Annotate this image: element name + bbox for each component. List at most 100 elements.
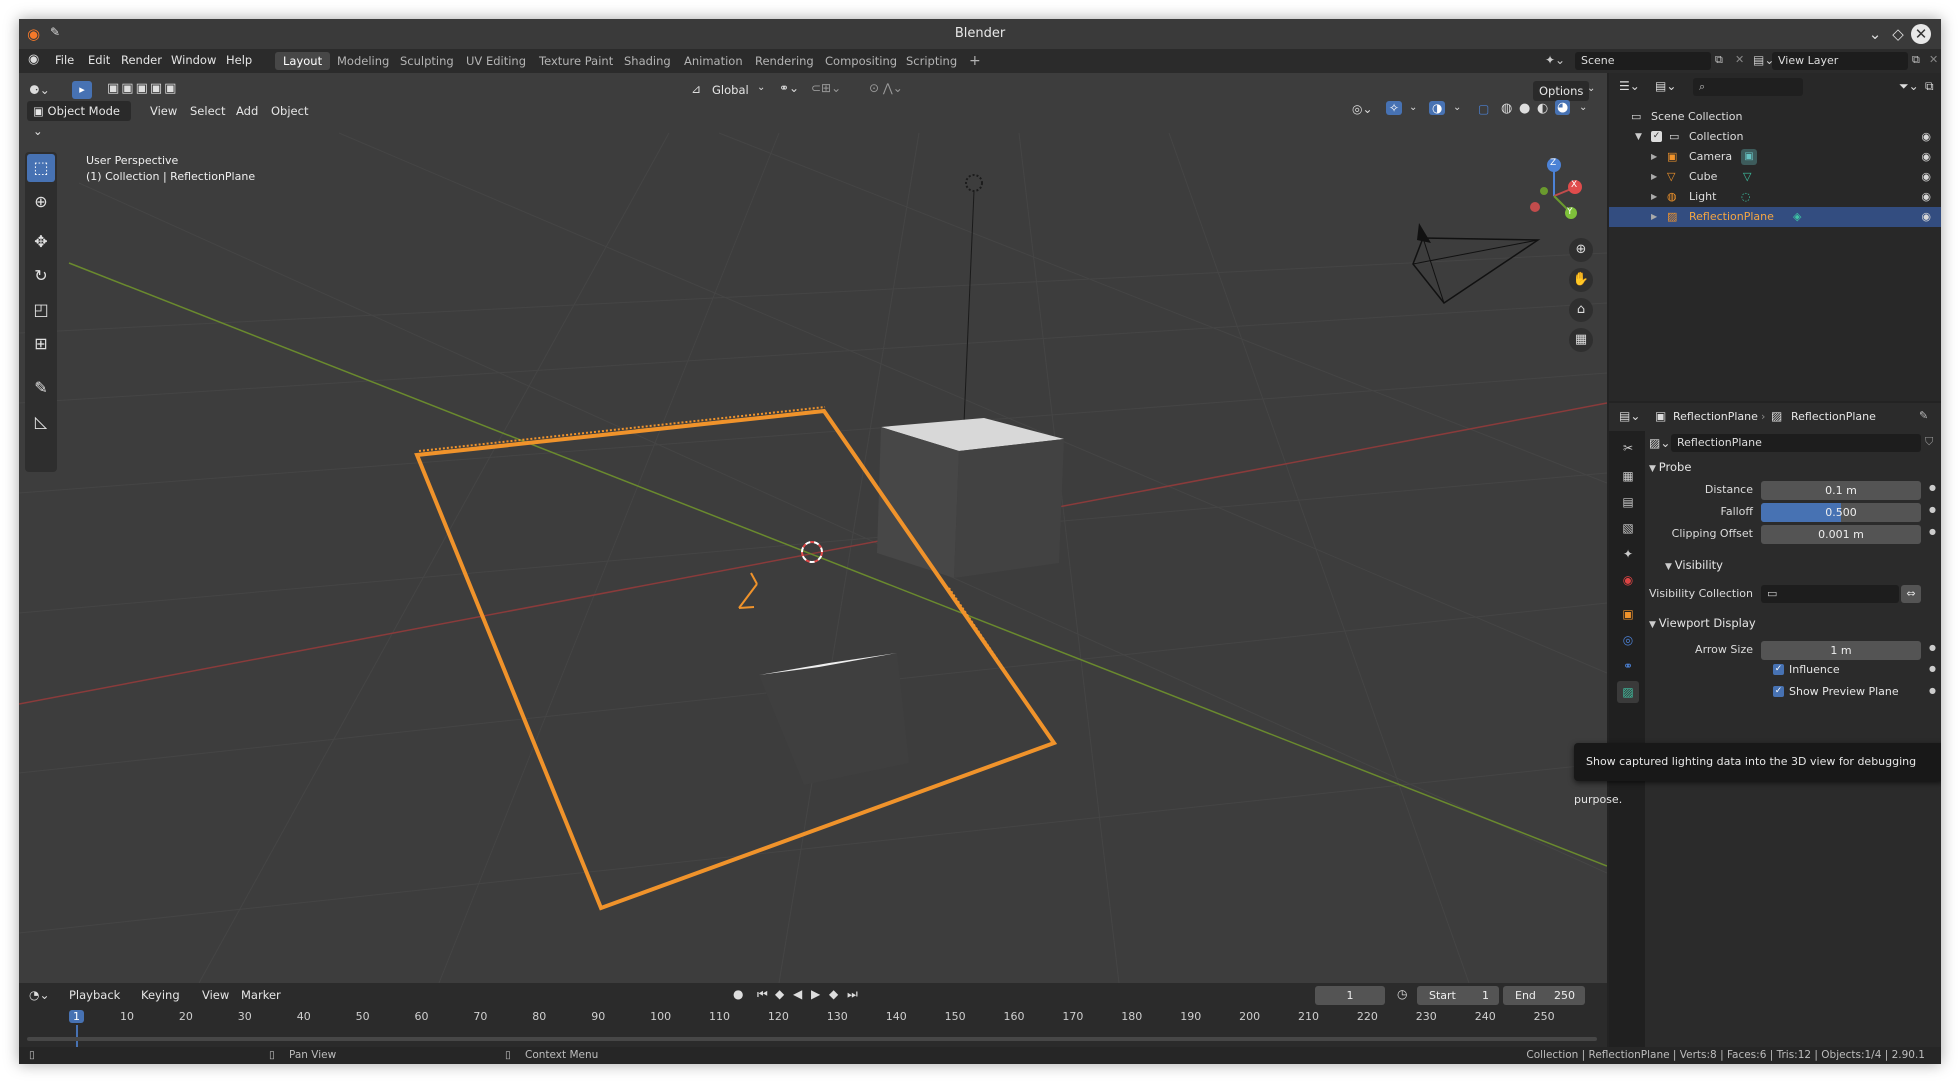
next-keyframe-icon[interactable]: ◆: [829, 987, 838, 1001]
lightprobe-name-field[interactable]: ReflectionPlane: [1671, 434, 1921, 452]
keyframe-dot-icon[interactable]: ●: [1929, 686, 1936, 695]
expand-arrow-icon[interactable]: ▼: [1635, 127, 1642, 147]
object-tab-icon[interactable]: ▣: [1617, 603, 1639, 625]
view-layer-field[interactable]: View Layer: [1772, 52, 1908, 70]
proportional-edit-icon[interactable]: ⊙ ⋀⌄: [869, 81, 903, 95]
timeline-menu-view[interactable]: View: [202, 988, 229, 1002]
prev-keyframe-icon[interactable]: ◆: [775, 987, 784, 1001]
selection-mode-icons[interactable]: ▣▣▣▣▣: [107, 81, 178, 96]
fake-user-shield-icon[interactable]: ⛉: [1925, 435, 1933, 449]
lightprobe-data-tab-icon[interactable]: ▨: [1617, 681, 1639, 703]
chevron-down-icon[interactable]: ⌄: [1409, 102, 1417, 113]
eye-icon[interactable]: ◉: [1921, 187, 1931, 207]
keyframe-dot-icon[interactable]: ●: [1929, 664, 1936, 673]
jump-start-icon[interactable]: ⏮: [757, 987, 768, 1002]
chevron-down-icon[interactable]: ⌄: [1579, 102, 1587, 113]
timeline-menu-marker[interactable]: Marker: [241, 988, 281, 1002]
shading-material-icon[interactable]: ◐: [1537, 101, 1548, 116]
outliner-row-collection[interactable]: ▼ ✓ ▭ Collection ◉: [1609, 127, 1941, 147]
clipping-offset-field[interactable]: 0.001 m: [1761, 525, 1921, 544]
expand-arrow-icon[interactable]: ▶: [1651, 167, 1657, 187]
tab-sculpting[interactable]: Sculpting: [392, 52, 462, 70]
cursor-tool-icon[interactable]: ⊕: [27, 188, 55, 216]
eye-icon[interactable]: ◉: [1921, 207, 1931, 227]
output-tab-icon[interactable]: ▤: [1617, 491, 1639, 513]
expand-arrow-icon[interactable]: ▶: [1651, 147, 1657, 167]
blender-menu-icon[interactable]: ◉: [28, 52, 39, 67]
play-icon[interactable]: ▶: [811, 987, 820, 1001]
shading-rendered-icon[interactable]: ◕: [1555, 100, 1571, 115]
xray-toggle-icon[interactable]: ▢: [1478, 102, 1489, 116]
viewport-menu-object[interactable]: Object: [271, 104, 308, 118]
close-icon[interactable]: ✕: [1911, 24, 1931, 44]
timeline-menu-playback[interactable]: Playback: [69, 988, 120, 1002]
outliner-row-light[interactable]: ▶ ◍ Light ◌ ◉: [1609, 187, 1941, 207]
jump-end-icon[interactable]: ⏭: [847, 987, 858, 1002]
viewport-menu-view[interactable]: View: [150, 104, 177, 118]
outliner-editor-type-icon[interactable]: ☰⌄: [1619, 79, 1640, 93]
zoom-icon[interactable]: ⊕: [1569, 238, 1593, 262]
scale-tool-icon[interactable]: ◰: [27, 296, 55, 324]
outliner-row-scene-collection[interactable]: ▭ Scene Collection: [1609, 107, 1941, 127]
annotate-tool-icon[interactable]: ✎: [27, 374, 55, 402]
editor-type-icon[interactable]: ⚈⌄: [29, 83, 50, 97]
navigation-gizmo[interactable]: Z X Y: [1519, 151, 1591, 223]
end-frame-field[interactable]: End 250: [1503, 986, 1585, 1005]
lightprobe-browse-icon[interactable]: ▨⌄: [1649, 436, 1670, 450]
transform-orientation-dropdown[interactable]: Global: [712, 83, 749, 97]
viewport-display-section-header[interactable]: ▼ Viewport Display: [1649, 616, 1756, 630]
properties-editor-type-icon[interactable]: ▤⌄: [1619, 409, 1640, 423]
play-reverse-icon[interactable]: ◀: [793, 987, 802, 1001]
outliner-row-camera[interactable]: ▶ ▣ Camera ▣ ◉: [1609, 147, 1941, 167]
tab-uv-editing[interactable]: UV Editing: [458, 52, 534, 70]
scene-icon[interactable]: ✦⌄: [1545, 53, 1565, 67]
measure-tool-icon[interactable]: ◺: [27, 408, 55, 436]
tab-rendering[interactable]: Rendering: [747, 52, 822, 70]
maximize-icon[interactable]: ◇: [1888, 24, 1908, 44]
filter-icon[interactable]: ⏷⌄: [1899, 79, 1919, 94]
tool-tab-icon[interactable]: ✂: [1617, 437, 1639, 459]
chevron-down-icon[interactable]: ⌄: [1453, 102, 1461, 113]
auto-keying-icon[interactable]: ●: [733, 987, 743, 1001]
menu-render[interactable]: Render: [121, 53, 162, 67]
delete-scene-icon[interactable]: ✕: [1735, 53, 1744, 66]
pan-hand-icon[interactable]: ✋: [1569, 268, 1593, 292]
transform-orientation-icon[interactable]: ⊿: [691, 82, 701, 96]
mode-dropdown[interactable]: ▣ Object Mode ⌄: [27, 101, 131, 138]
menu-file[interactable]: File: [55, 53, 74, 67]
visibility-collection-field[interactable]: ▭: [1761, 585, 1899, 603]
keyframe-dot-icon[interactable]: ●: [1929, 643, 1936, 652]
options-dropdown[interactable]: Options: [1533, 81, 1590, 101]
world-tab-icon[interactable]: ◉: [1617, 569, 1639, 591]
outliner-search-input[interactable]: ⌕: [1693, 78, 1803, 96]
scene-tab-icon[interactable]: ✦: [1617, 543, 1639, 565]
delete-view-layer-icon[interactable]: ✕: [1929, 53, 1938, 66]
falloff-slider[interactable]: 0.500: [1761, 503, 1921, 522]
visibility-section-header[interactable]: ▼ Visibility: [1665, 558, 1723, 572]
viewport-menu-select[interactable]: Select: [190, 104, 225, 118]
outliner-row-reflectionplane[interactable]: ▶ ▨ ReflectionPlane ◈ ◉: [1609, 207, 1941, 227]
physics-tab-icon[interactable]: ◎: [1617, 629, 1639, 651]
invert-visibility-button[interactable]: ⇔: [1901, 585, 1921, 603]
eye-icon[interactable]: ◉: [1921, 147, 1931, 167]
camera-view-icon[interactable]: ⌂: [1569, 298, 1593, 322]
expand-arrow-icon[interactable]: ▶: [1651, 187, 1657, 207]
tab-shading[interactable]: Shading: [616, 52, 679, 70]
tab-scripting[interactable]: Scripting: [898, 52, 965, 70]
tab-compositing[interactable]: Compositing: [817, 52, 905, 70]
move-tool-icon[interactable]: ✥: [27, 228, 55, 256]
view-layer-tab-icon[interactable]: ▧: [1617, 517, 1639, 539]
viewport-menu-add[interactable]: Add: [236, 104, 258, 118]
3d-viewport[interactable]: ⚈⌄ ▸ ▣▣▣▣▣ ⊿ Global ⌄ ⚭⌄ ⊂⊞⌄ ⊙ ⋀⌄ Option…: [19, 73, 1607, 983]
stopwatch-icon[interactable]: ◷: [1397, 987, 1407, 1001]
shading-wireframe-icon[interactable]: ◍: [1501, 101, 1512, 116]
pin-icon[interactable]: ✎: [1919, 409, 1928, 422]
menu-edit[interactable]: Edit: [88, 53, 110, 67]
tab-texture-paint[interactable]: Texture Paint: [531, 52, 621, 70]
new-collection-icon[interactable]: ⧉: [1925, 79, 1934, 94]
current-frame-field[interactable]: 1: [1315, 986, 1385, 1005]
perspective-toggle-icon[interactable]: ▦: [1569, 328, 1593, 352]
shading-solid-icon[interactable]: ●: [1519, 101, 1530, 116]
gizmo-toggle-icon[interactable]: ✧: [1386, 101, 1403, 115]
probe-section-header[interactable]: ▼ Probe: [1649, 460, 1691, 474]
